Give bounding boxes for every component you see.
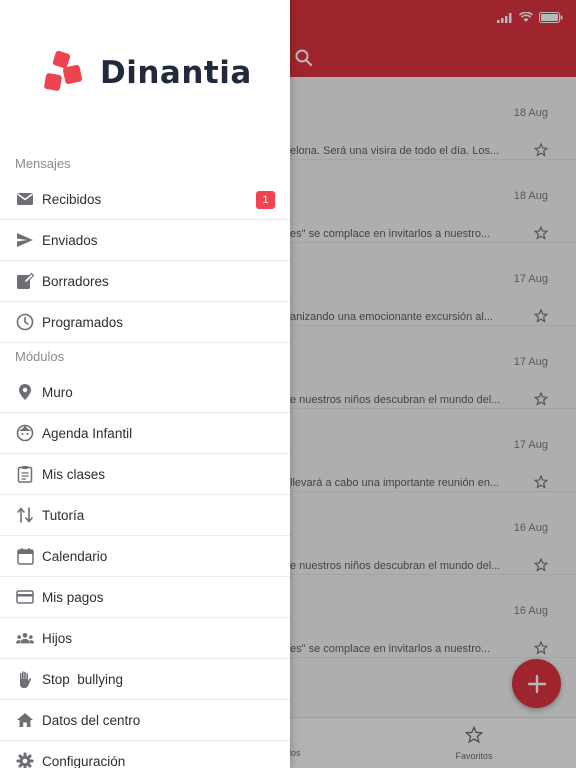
- unread-badge: 1: [256, 191, 275, 209]
- menu-item-label: Muro: [42, 384, 73, 400]
- menu-item-muro[interactable]: Muro: [0, 372, 290, 413]
- menu-item-label: Borradores: [42, 273, 109, 289]
- home-icon: [16, 711, 34, 729]
- menu-item-recibidos[interactable]: Recibidos 1: [0, 179, 290, 220]
- menu-item-borradores[interactable]: Borradores: [0, 261, 290, 302]
- menu-item-label: Programados: [42, 314, 124, 330]
- edit-icon: [16, 272, 34, 290]
- calendar-icon: [16, 547, 34, 565]
- drawer-scrim[interactable]: [290, 0, 576, 768]
- logo: Dinantia: [44, 50, 252, 96]
- section-title-messages: Mensajes: [15, 156, 71, 171]
- mail-icon: [16, 190, 34, 208]
- menu-item-label: Hijos: [42, 630, 73, 646]
- menu-item-datos-del-centro[interactable]: Datos del centro: [0, 700, 290, 741]
- menu-item-agenda-infantil[interactable]: Agenda Infantil: [0, 413, 290, 454]
- menu-item-label: Configuración: [42, 753, 126, 768]
- menu-item-label: Mis clases: [42, 466, 106, 482]
- menu-item-label: Stop bullying: [42, 671, 124, 687]
- menu-item-stop-bullying[interactable]: Stop bullying: [0, 659, 290, 700]
- section-title-modules: Módulos: [15, 349, 65, 364]
- menu-item-label: Recibidos: [42, 191, 102, 207]
- menu-item-calendario[interactable]: Calendario: [0, 536, 290, 577]
- dinantia-logo-icon: [44, 50, 83, 91]
- people-icon: [16, 629, 34, 647]
- gear-icon: [16, 752, 34, 768]
- clipboard-icon: [16, 465, 34, 483]
- credit-card-icon: [16, 588, 34, 606]
- menu-item-label: Enviados: [42, 232, 98, 248]
- menu-item-label: Calendario: [42, 548, 108, 564]
- navigation-drawer: Dinantia Mensajes Recibidos 1 Enviados B…: [0, 0, 290, 768]
- menu-item-configuracion[interactable]: Configuración: [0, 741, 290, 768]
- menu-item-mis-clases[interactable]: Mis clases: [0, 454, 290, 495]
- menu-item-label: Mis pagos: [42, 589, 104, 605]
- menu-item-programados[interactable]: Programados: [0, 302, 290, 343]
- send-icon: [16, 231, 34, 249]
- logo-text: Dinantia: [100, 55, 252, 91]
- menu-item-hijos[interactable]: Hijos: [0, 618, 290, 659]
- menu-item-mis-pagos[interactable]: Mis pagos: [0, 577, 290, 618]
- clock-icon: [16, 313, 34, 331]
- menu-item-label: Agenda Infantil: [42, 425, 133, 441]
- location-pin-icon: [16, 383, 34, 401]
- child-face-icon: [16, 424, 34, 442]
- menu-item-label: Datos del centro: [42, 712, 141, 728]
- menu-item-tutoria[interactable]: Tutoría: [0, 495, 290, 536]
- hand-icon: [16, 670, 34, 688]
- menu-item-enviados[interactable]: Enviados: [0, 220, 290, 261]
- swap-vertical-icon: [16, 506, 34, 524]
- menu-item-label: Tutoría: [42, 507, 85, 523]
